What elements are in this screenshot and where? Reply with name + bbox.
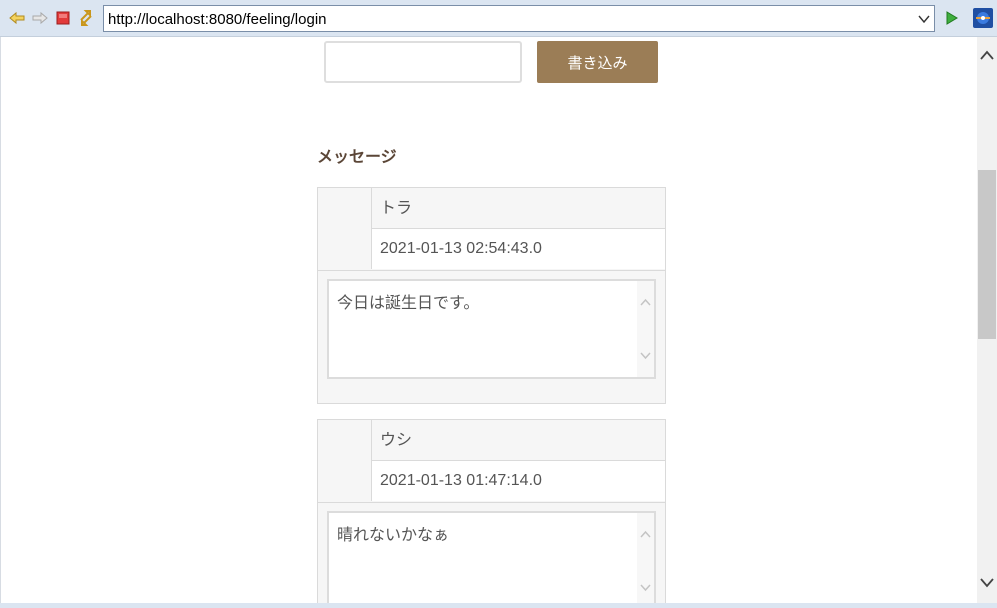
submit-button[interactable]: 書き込み (537, 41, 658, 83)
browser-logo-icon[interactable] (972, 7, 994, 29)
message-textarea[interactable]: 今日は誕生日です。 (327, 279, 656, 379)
message-text: 今日は誕生日です。 (337, 293, 480, 312)
forward-icon[interactable] (31, 9, 49, 27)
go-icon[interactable] (942, 9, 960, 27)
chevron-up-icon[interactable] (980, 49, 994, 63)
post-date: 2021-01-13 01:47:14.0 (372, 461, 665, 501)
card-body: 今日は誕生日です。 (318, 271, 665, 403)
stop-icon[interactable] (54, 9, 72, 27)
url-bar[interactable]: http://localhost:8080/feeling/login (103, 5, 935, 32)
chevron-down-icon[interactable] (640, 350, 651, 361)
chevron-down-icon[interactable] (917, 12, 931, 26)
chevron-up-icon[interactable] (640, 529, 651, 540)
message-card: ウシ 2021-01-13 01:47:14.0 晴れないかなぁ (317, 419, 666, 603)
message-input[interactable] (324, 41, 522, 83)
chevron-down-icon[interactable] (640, 582, 651, 593)
browser-toolbar: http://localhost:8080/feeling/login (0, 0, 997, 37)
card-body: 晴れないかなぁ (318, 503, 665, 603)
avatar (318, 420, 372, 501)
message-card: トラ 2021-01-13 02:54:43.0 今日は誕生日です。 (317, 187, 666, 404)
back-icon[interactable] (8, 9, 26, 27)
browser-window: http://localhost:8080/feeling/login 書き込み… (0, 0, 997, 608)
page-scrollbar[interactable] (977, 37, 997, 603)
scrollbar-thumb[interactable] (978, 170, 996, 339)
author-name: トラ (372, 188, 665, 229)
section-title: メッセージ (317, 147, 397, 166)
textarea-scrollbar[interactable] (637, 281, 654, 377)
textarea-scrollbar[interactable] (637, 513, 654, 603)
card-header: トラ 2021-01-13 02:54:43.0 (318, 188, 665, 271)
chevron-down-icon[interactable] (980, 575, 994, 589)
message-textarea[interactable]: 晴れないかなぁ (327, 511, 656, 603)
refresh-icon[interactable] (77, 9, 95, 27)
post-date: 2021-01-13 02:54:43.0 (372, 229, 665, 269)
status-bar (0, 603, 997, 608)
avatar (318, 188, 372, 269)
url-text[interactable]: http://localhost:8080/feeling/login (108, 11, 327, 28)
message-text: 晴れないかなぁ (337, 525, 450, 544)
author-name: ウシ (372, 420, 665, 461)
chevron-up-icon[interactable] (640, 297, 651, 308)
card-header: ウシ 2021-01-13 01:47:14.0 (318, 420, 665, 503)
page-content: 書き込み メッセージ トラ 2021-01-13 02:54:43.0 今日は誕… (0, 37, 977, 603)
